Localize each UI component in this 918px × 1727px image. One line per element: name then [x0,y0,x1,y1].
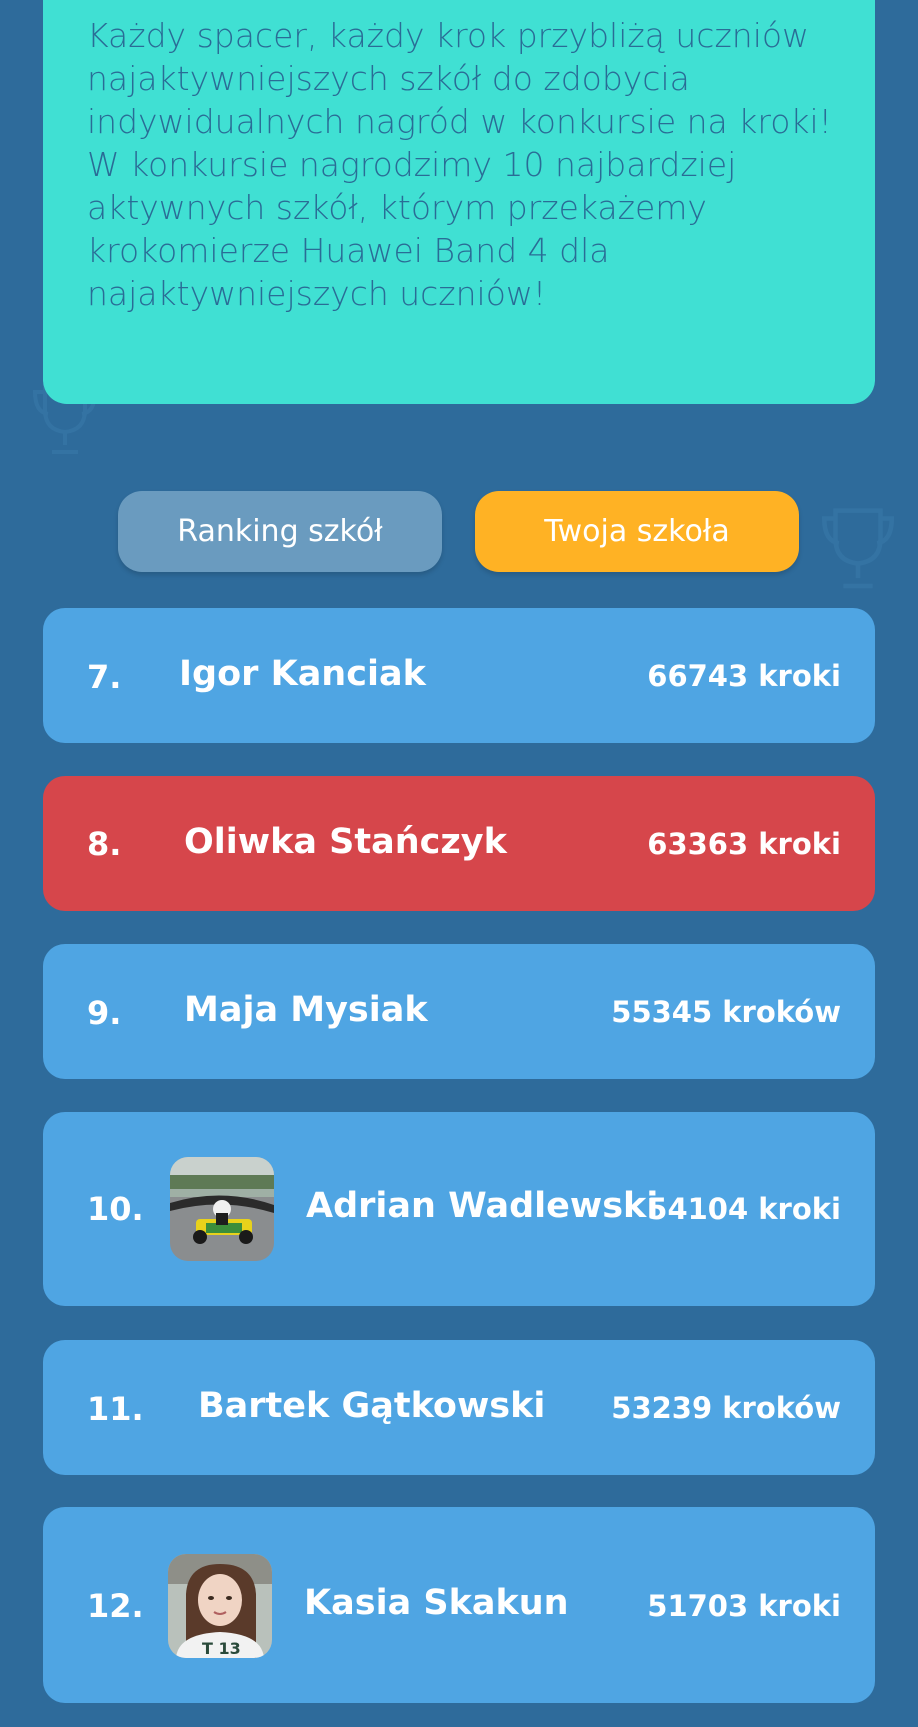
step-count: 63363 kroki [647,827,841,861]
girl-portrait-photo: T 13 [168,1554,272,1658]
contest-info-card: Każdy spacer, każdy krok przybliżą uczni… [43,0,875,404]
rank-number: 9. [87,994,122,1032]
student-name: Maja Mysiak [184,990,428,1030]
tab-your-school[interactable]: Twoja szkoła [475,491,799,572]
ranking-row[interactable]: 9. Maja Mysiak 55345 kroków [43,944,875,1079]
ranking-row[interactable]: 12. T 13 Kasia Skakun 51703 kroki [43,1507,875,1703]
rank-number: 7. [87,658,122,696]
rank-number: 12. [87,1587,144,1625]
step-count: 54104 kroki [647,1192,841,1226]
ranking-tabs: Ranking szkół Twoja szkoła [0,491,918,572]
step-count: 66743 kroki [647,659,841,693]
student-name: Bartek Gątkowski [198,1386,546,1426]
ranking-row[interactable]: 11. Bartek Gątkowski 53239 kroków [43,1340,875,1475]
ranking-row[interactable]: 10. Adrian Wadlewski 54104 kroki [43,1112,875,1306]
rank-number: 10. [87,1190,144,1228]
rank-number: 8. [87,825,122,863]
avatar [170,1157,274,1261]
svg-text:T 13: T 13 [202,1639,241,1658]
tab-school-ranking[interactable]: Ranking szkół [118,491,442,572]
avatar: T 13 [168,1554,272,1658]
student-name: Igor Kanciak [179,654,426,694]
step-count: 53239 kroków [611,1391,841,1425]
student-name: Oliwka Stańczyk [184,822,507,862]
ranking-row-current-user[interactable]: 8. Oliwka Stańczyk 63363 kroki [43,776,875,911]
go-kart-photo [170,1157,274,1261]
step-count: 55345 kroków [611,995,841,1029]
step-count: 51703 kroki [647,1589,841,1623]
rank-number: 11. [87,1390,144,1428]
ranking-row[interactable]: 7. Igor Kanciak 66743 kroki [43,608,875,743]
contest-description: Każdy spacer, każdy krok przybliżą uczni… [87,16,832,313]
student-name: Adrian Wadlewski [306,1186,659,1226]
student-name: Kasia Skakun [304,1583,569,1623]
